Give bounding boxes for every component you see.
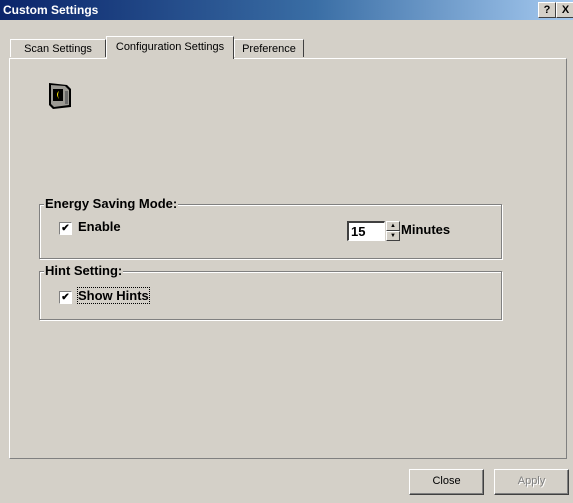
tab-preference[interactable]: Preference [234, 39, 304, 57]
title-bar: Custom Settings ? X [0, 0, 573, 20]
hint-setting-group: Hint Setting: ✔ Show Hints [39, 263, 502, 320]
monitor-icon [49, 83, 71, 109]
hint-setting-legend: Hint Setting: [44, 263, 124, 278]
tab-configuration-settings[interactable]: Configuration Settings [106, 36, 234, 59]
tab-scan-settings[interactable]: Scan Settings [10, 39, 106, 57]
enable-label: Enable [78, 219, 121, 234]
minutes-input[interactable] [347, 221, 385, 241]
close-button[interactable]: Close [409, 469, 484, 495]
configuration-panel: Energy Saving Mode: ✔ Enable ▲ ▼ Minutes… [9, 58, 567, 459]
spin-down-button[interactable]: ▼ [386, 231, 400, 241]
energy-saving-legend: Energy Saving Mode: [44, 196, 179, 211]
apply-button[interactable]: Apply [494, 469, 569, 495]
show-hints-checkbox[interactable]: ✔ [59, 291, 72, 304]
window-title: Custom Settings [3, 3, 99, 17]
help-button[interactable]: ? [538, 2, 556, 18]
close-window-button[interactable]: X [556, 2, 573, 18]
enable-checkbox[interactable]: ✔ [59, 222, 72, 235]
spin-up-button[interactable]: ▲ [386, 221, 400, 231]
show-hints-label: Show Hints [77, 287, 150, 304]
minutes-label: Minutes [401, 222, 451, 237]
energy-saving-group: Energy Saving Mode: ✔ Enable ▲ ▼ Minutes [39, 196, 502, 259]
